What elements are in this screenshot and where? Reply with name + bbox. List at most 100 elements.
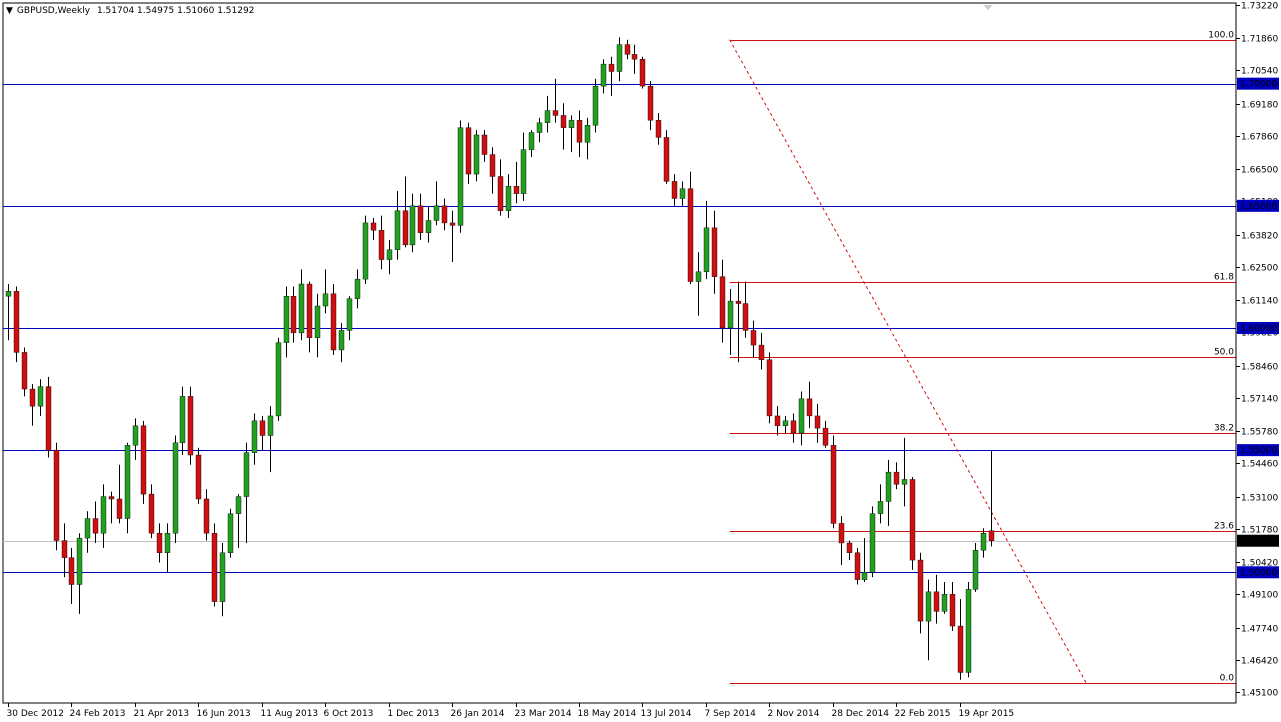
candle-down[interactable] [758, 344, 765, 360]
candle-up[interactable] [314, 305, 321, 338]
candle-down[interactable] [711, 227, 718, 277]
candle-down[interactable] [663, 137, 670, 182]
candle-up[interactable] [592, 85, 599, 126]
candle-down[interactable] [766, 359, 773, 417]
candle-down[interactable] [893, 471, 900, 485]
candle-down[interactable] [306, 283, 313, 338]
candle-down[interactable] [53, 449, 60, 541]
candle-up[interactable] [972, 550, 979, 590]
candle-up[interactable] [37, 386, 44, 407]
candle-up[interactable] [528, 132, 535, 150]
candle-down[interactable] [489, 154, 496, 177]
candle-up[interactable] [536, 122, 543, 133]
candle-up[interactable] [5, 291, 12, 297]
candle-up[interactable] [584, 125, 591, 143]
candle-up[interactable] [100, 496, 107, 534]
candle-down[interactable] [576, 120, 583, 143]
candle-up[interactable] [965, 589, 972, 673]
candle-up[interactable] [980, 532, 987, 551]
candle-down[interactable] [211, 532, 218, 602]
chart-shift-marker[interactable] [983, 5, 993, 10]
candle-down[interactable] [513, 186, 520, 194]
candle-up[interactable] [600, 63, 607, 87]
candle-up[interactable] [457, 127, 464, 226]
candle-down[interactable] [957, 625, 964, 673]
candle-up[interactable] [338, 330, 345, 351]
candle-up[interactable] [544, 110, 551, 123]
candle-down[interactable] [838, 523, 845, 544]
candle-up[interactable] [520, 149, 527, 194]
candle-up[interactable] [616, 44, 623, 72]
candle-up[interactable] [568, 120, 575, 128]
candle-down[interactable] [742, 303, 749, 331]
candle-up[interactable] [267, 415, 274, 436]
candle-down[interactable] [465, 127, 472, 175]
candle-down[interactable] [92, 518, 99, 534]
candle-down[interactable] [417, 205, 424, 233]
candle-down[interactable] [750, 330, 757, 346]
candle-down[interactable] [45, 386, 52, 451]
trendline[interactable] [729, 39, 1087, 684]
candle-down[interactable] [917, 559, 924, 622]
candle-up[interactable] [695, 271, 702, 282]
candle-up[interactable] [433, 205, 440, 221]
candle-down[interactable] [719, 276, 726, 329]
candle-down[interactable] [29, 388, 36, 407]
candle-down[interactable] [790, 420, 797, 434]
candle-down[interactable] [988, 530, 995, 541]
candle-down[interactable] [481, 134, 488, 155]
candle-up[interactable] [782, 420, 789, 426]
candle-down[interactable] [108, 496, 115, 500]
candle-up[interactable] [394, 210, 401, 250]
candle-down[interactable] [68, 557, 75, 585]
candle-up[interactable] [362, 222, 369, 280]
candle-up[interactable] [798, 398, 805, 434]
candle-down[interactable] [441, 205, 448, 224]
candle-down[interactable] [806, 398, 813, 417]
candle-down[interactable] [774, 415, 781, 426]
candle-down[interactable] [290, 296, 297, 334]
candle-up[interactable] [901, 479, 908, 485]
candle-up[interactable] [727, 300, 734, 329]
candle-up[interactable] [76, 537, 83, 585]
candle-up[interactable] [425, 220, 432, 233]
candle-down[interactable] [687, 188, 694, 282]
candle-up[interactable] [84, 518, 91, 539]
candle-up[interactable] [322, 293, 329, 307]
candle-up[interactable] [941, 594, 948, 612]
candle-up[interactable] [283, 296, 290, 343]
candle-up[interactable] [679, 188, 686, 199]
candle-down[interactable] [608, 63, 615, 72]
candle-down[interactable] [330, 293, 337, 351]
candle-up[interactable] [164, 532, 171, 553]
candle-down[interactable] [148, 493, 155, 534]
candlestick-chart[interactable]: 100.0 61.8 50.0 38.2 23.6 0.0 1.73220 1.71860 1.… [0, 0, 1281, 722]
candle-down[interactable] [854, 552, 861, 580]
candle-down[interactable] [187, 396, 194, 456]
candle-down[interactable] [647, 85, 654, 121]
candle-up[interactable] [473, 134, 480, 175]
candle-down[interactable] [624, 44, 631, 55]
candle-up[interactable] [877, 501, 884, 514]
candle-down[interactable] [156, 532, 163, 553]
candle-up[interactable] [703, 227, 710, 272]
candle-up[interactable] [298, 283, 305, 334]
candle-up[interactable] [235, 496, 242, 514]
candle-up[interactable] [172, 442, 179, 534]
candle-down[interactable] [639, 59, 646, 87]
candle-down[interactable] [933, 591, 940, 612]
candle-up[interactable] [505, 186, 512, 211]
candle-up[interactable] [925, 591, 932, 622]
candle-down[interactable] [449, 222, 456, 226]
candle-up[interactable] [869, 513, 876, 573]
candle-down[interactable] [552, 110, 559, 116]
candle-up[interactable] [227, 513, 234, 553]
candle-down[interactable] [560, 115, 567, 128]
candle-down[interactable] [631, 54, 638, 60]
candle-down[interactable] [671, 181, 678, 199]
candle-down[interactable] [378, 230, 385, 260]
candle-down[interactable] [909, 479, 916, 561]
candle-down[interactable] [830, 445, 837, 524]
candle-down[interactable] [203, 498, 210, 534]
candle-down[interactable] [822, 427, 829, 446]
